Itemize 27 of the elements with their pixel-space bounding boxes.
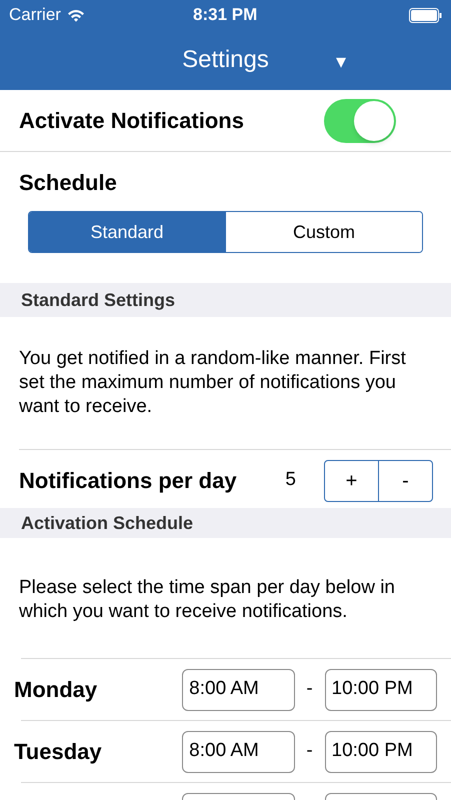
decrement-button[interactable]: - [378,460,432,500]
dropdown-caret[interactable]: ▾ [336,47,346,77]
battery-icon [409,8,442,22]
time-field[interactable]: 10:00 PM [324,668,437,710]
section-header: Activation Schedule [0,508,451,538]
day-label: Tuesday [14,738,103,766]
setting-label: Activate Notifications [19,107,244,135]
description-text: Please select the time span per day below in which you want to receive notifications. [19,576,396,624]
day-label: Monday [14,676,98,704]
clock-label: 8:31 PM [193,4,258,26]
time-field[interactable]: 8:00 AM [182,668,295,710]
wifi-icon [66,8,85,22]
segment-tab[interactable]: Standard [29,212,225,252]
section-label: Schedule [19,169,118,197]
count-value: 5 [285,468,296,492]
toggle-switch[interactable] [324,98,396,142]
description-text: You get notified in a random-like manner. First set the maximum number of notifications you want to receive. [19,347,407,419]
range-separator: - [305,677,314,702]
segment-tab[interactable]: Custom [225,212,422,252]
nav-title: Settings [182,45,269,75]
section-header: Standard Settings [0,283,451,317]
range-separator: - [305,739,314,764]
time-field[interactable]: 8:00 AM [182,730,295,772]
carrier-label: Carrier [9,4,61,26]
increment-button[interactable]: + [325,460,378,500]
time-field[interactable]: 10:00 PM [324,730,437,772]
setting-label: Notifications per day [19,467,237,495]
